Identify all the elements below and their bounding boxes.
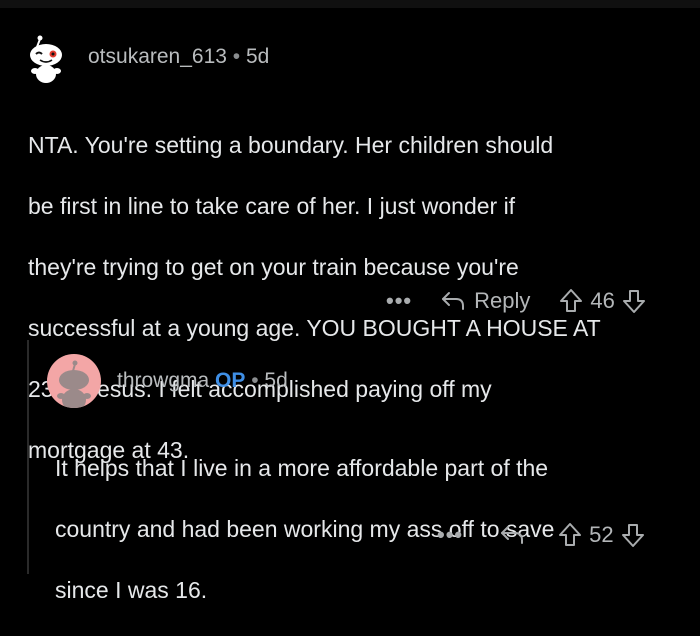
body-line: successful at a young age. YOU BOUGHT A … <box>28 314 601 341</box>
reply-arrow-icon <box>442 292 465 310</box>
body-line: be first in line to take care of her. I … <box>28 192 516 219</box>
upvote-icon[interactable] <box>558 288 584 314</box>
downvote-icon[interactable] <box>621 288 647 314</box>
more-options-button[interactable]: ••• <box>386 288 412 314</box>
reply-button[interactable] <box>499 524 525 546</box>
snoo-avatar-icon <box>30 35 62 83</box>
body-line: It helps that I live in a more affordabl… <box>55 454 549 481</box>
body-line: NTA. You're setting a boundary. Her chil… <box>28 131 554 158</box>
comment-actions: ••• 52 <box>437 522 646 548</box>
thread-line[interactable] <box>27 340 29 574</box>
op-badge: OP <box>215 369 246 392</box>
timestamp: 5d <box>264 369 288 392</box>
downvote-icon[interactable] <box>620 522 646 548</box>
comment-actions: ••• Reply 46 <box>386 288 647 314</box>
reply-button[interactable]: Reply <box>440 288 530 314</box>
user-avatar[interactable] <box>47 354 101 408</box>
reply-label: Reply <box>474 288 531 313</box>
username[interactable]: otsukaren_613 <box>88 45 227 68</box>
upvote-icon[interactable] <box>557 522 583 548</box>
timestamp: 5d <box>245 45 270 68</box>
separator-dot: • <box>251 369 265 392</box>
body-line: they're trying to get on your train beca… <box>28 253 519 280</box>
snoo-avatar-icon <box>57 360 91 408</box>
reply-arrow-icon <box>501 526 524 544</box>
comment-header: otsukaren_613 • 5d <box>88 45 269 69</box>
vote-control: 52 <box>557 522 645 548</box>
separator-dot: • <box>232 45 246 68</box>
comment-header: throwgma OP • 5d <box>117 369 288 393</box>
user-avatar[interactable] <box>20 33 72 85</box>
vote-count: 46 <box>590 288 615 313</box>
username[interactable]: throwgma <box>117 369 209 392</box>
body-line: since I was 16. <box>55 576 208 603</box>
vote-control: 46 <box>558 288 646 314</box>
vote-count: 52 <box>589 522 614 547</box>
more-options-button[interactable]: ••• <box>437 522 463 548</box>
top-strip <box>0 0 700 8</box>
